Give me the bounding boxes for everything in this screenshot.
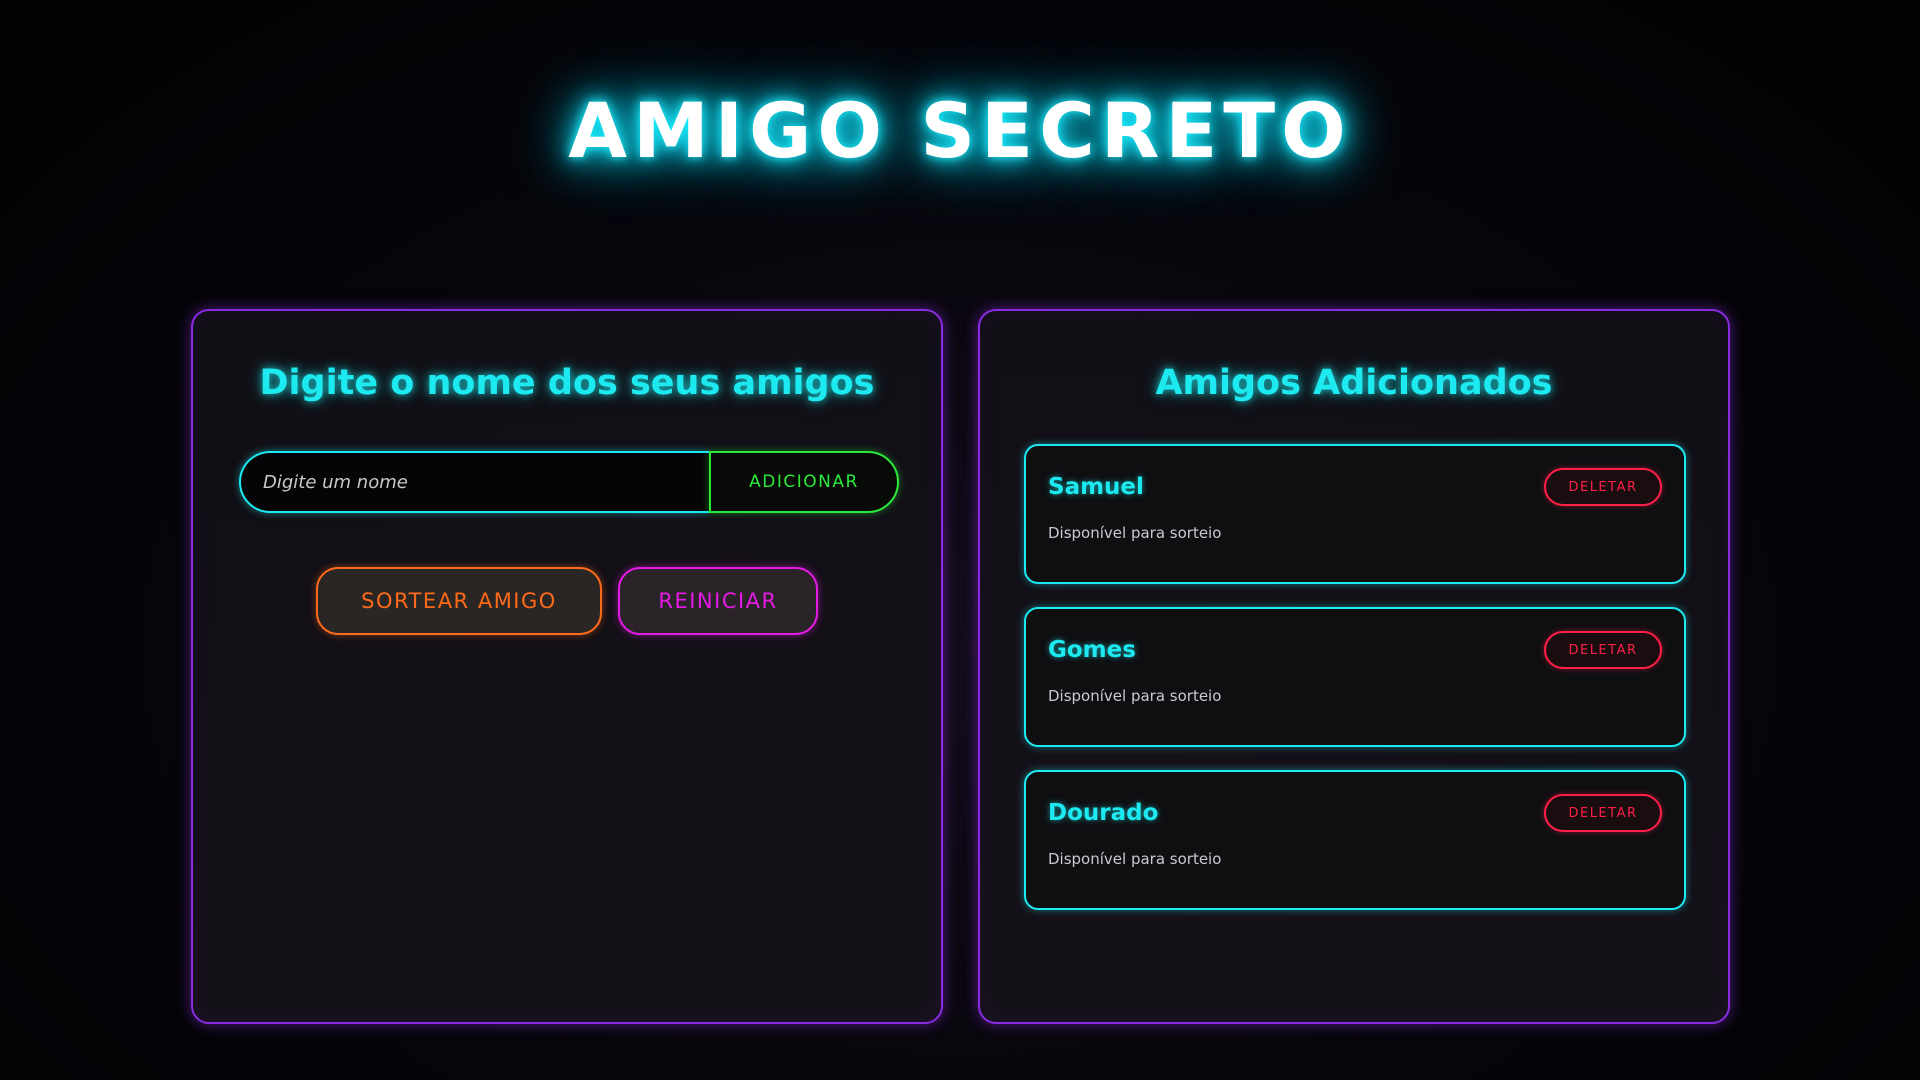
action-buttons: SORTEAR AMIGO REINICIAR	[193, 567, 941, 635]
page: AMIGO SECRETO Digite o nome dos seus ami…	[0, 0, 1920, 1080]
friend-list: Samuel DELETAR Disponível para sorteio G…	[1024, 444, 1686, 933]
delete-friend-button[interactable]: DELETAR	[1544, 631, 1662, 669]
friend-name: Samuel	[1048, 474, 1144, 500]
draw-friend-button[interactable]: SORTEAR AMIGO	[316, 567, 602, 635]
input-panel: Digite o nome dos seus amigos ADICIONAR …	[191, 309, 943, 1024]
friend-name: Gomes	[1048, 637, 1136, 663]
friend-name: Dourado	[1048, 800, 1159, 826]
friends-panel: Amigos Adicionados Samuel DELETAR Dispon…	[978, 309, 1730, 1024]
friend-status: Disponível para sorteio	[1048, 524, 1222, 542]
friend-card: Gomes DELETAR Disponível para sorteio	[1024, 607, 1686, 747]
delete-friend-button[interactable]: DELETAR	[1544, 468, 1662, 506]
friend-status: Disponível para sorteio	[1048, 687, 1222, 705]
add-friend-button[interactable]: ADICIONAR	[709, 451, 899, 513]
friend-card: Samuel DELETAR Disponível para sorteio	[1024, 444, 1686, 584]
page-title: AMIGO SECRETO	[568, 86, 1352, 175]
friend-name-input[interactable]	[239, 451, 709, 513]
delete-friend-button[interactable]: DELETAR	[1544, 794, 1662, 832]
input-panel-heading: Digite o nome dos seus amigos	[259, 363, 875, 403]
add-friend-row: ADICIONAR	[239, 451, 899, 513]
reset-button[interactable]: REINICIAR	[618, 567, 818, 635]
friend-status: Disponível para sorteio	[1048, 850, 1222, 868]
friends-panel-heading: Amigos Adicionados	[1155, 363, 1553, 403]
friend-card: Dourado DELETAR Disponível para sorteio	[1024, 770, 1686, 910]
